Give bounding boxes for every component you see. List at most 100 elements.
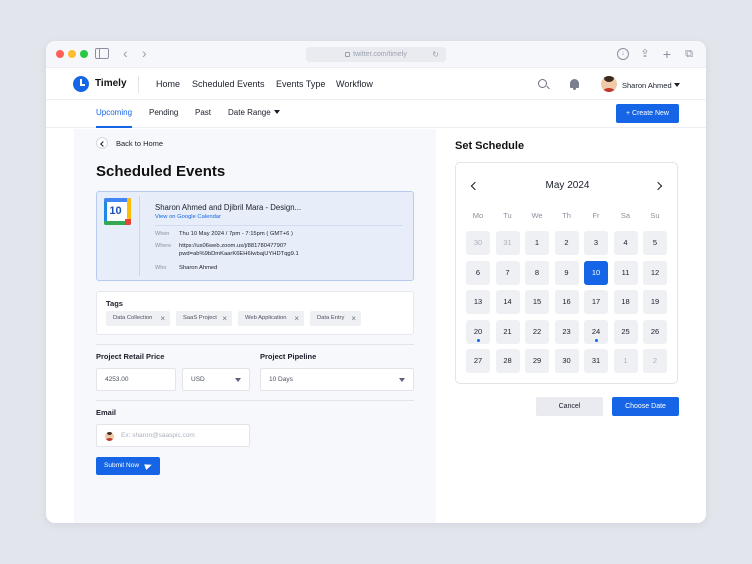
- tab-pending[interactable]: Pending: [149, 108, 178, 117]
- address-bar[interactable]: twitter.com/timely ↻: [306, 47, 446, 62]
- calendar-day[interactable]: 20: [466, 319, 490, 344]
- user-menu-chevron-icon[interactable]: [674, 83, 680, 87]
- event-separator: [155, 225, 403, 226]
- where-link-line1[interactable]: https://us06web.zoom.us/j/88178047790?: [179, 242, 286, 250]
- calendar-day-number: 30: [473, 238, 483, 247]
- calendar-day-number: 3: [593, 238, 599, 247]
- tab-past[interactable]: Past: [195, 108, 211, 117]
- calendar-day[interactable]: 18: [613, 290, 638, 315]
- send-icon: [144, 461, 153, 471]
- calendar-day[interactable]: 7: [495, 260, 520, 285]
- tabs-overview-icon[interactable]: ⧉: [683, 48, 695, 60]
- back-to-home-link[interactable]: Back to Home: [116, 139, 163, 148]
- calendar-day[interactable]: 6: [466, 260, 490, 285]
- weekday-label: Mo: [472, 211, 484, 220]
- calendar-day[interactable]: 13: [466, 290, 490, 315]
- calendar-day[interactable]: 19: [643, 290, 667, 315]
- submit-now-button[interactable]: Submit Now: [96, 457, 160, 475]
- remove-tag-icon[interactable]: ×: [160, 311, 165, 326]
- email-field[interactable]: Ex: sharon@saaspic.com: [96, 424, 250, 447]
- header-divider: [138, 76, 139, 93]
- nav-workflow[interactable]: Workflow: [336, 79, 373, 89]
- remove-tag-icon[interactable]: ×: [294, 311, 299, 326]
- calendar-day[interactable]: 31: [584, 349, 608, 374]
- calendar-day-number: 12: [650, 267, 660, 277]
- nav-home[interactable]: Home: [156, 79, 180, 89]
- calendar-day[interactable]: 1: [613, 349, 638, 374]
- maximize-window-dot[interactable]: [80, 50, 88, 58]
- calendar-day[interactable]: 29: [525, 349, 549, 374]
- close-window-dot[interactable]: [56, 50, 64, 58]
- calendar-day[interactable]: 14: [495, 290, 520, 315]
- calendar-day[interactable]: 12: [643, 260, 667, 285]
- weekday-label: Su: [650, 211, 660, 220]
- calendar-day[interactable]: 24: [584, 319, 608, 344]
- calendar-day[interactable]: 5: [643, 231, 667, 255]
- user-avatar[interactable]: [601, 76, 617, 92]
- calendar-day[interactable]: 15: [525, 290, 549, 315]
- calendar-day[interactable]: 26: [643, 319, 667, 344]
- bell-icon[interactable]: [570, 79, 579, 90]
- nav-events-type[interactable]: Events Type: [276, 79, 325, 89]
- calendar-day[interactable]: 11: [613, 260, 638, 285]
- calendar-day-number: 25: [621, 326, 630, 336]
- lock-icon: [345, 52, 351, 57]
- cancel-button[interactable]: Cancel: [536, 397, 603, 416]
- tag-label: Data Entry: [317, 315, 345, 321]
- calendar-day[interactable]: 2: [554, 231, 579, 255]
- reload-icon[interactable]: ↻: [432, 47, 439, 62]
- search-icon[interactable]: [538, 79, 547, 88]
- google-calendar-link[interactable]: View on Google Calendar: [155, 214, 221, 220]
- remove-tag-icon[interactable]: ×: [222, 311, 227, 326]
- choose-date-button[interactable]: Choose Date: [612, 397, 679, 416]
- minimize-window-dot[interactable]: [68, 50, 76, 58]
- calendar-day[interactable]: 27: [466, 349, 490, 374]
- tab-upcoming[interactable]: Upcoming: [96, 108, 132, 117]
- price-input[interactable]: 4253.00: [96, 368, 176, 391]
- where-link-line2[interactable]: pwd=ab%9bDmKaarK6EH6IwbajUYHDTqg9.1: [179, 250, 299, 258]
- brand-name[interactable]: Timely: [95, 78, 127, 89]
- who-label: Who: [155, 265, 167, 271]
- calendar-day[interactable]: 30: [466, 231, 490, 255]
- calendar-day[interactable]: 28: [495, 349, 520, 374]
- weekday-label: Th: [562, 211, 571, 220]
- calendar-day[interactable]: 31: [495, 231, 520, 255]
- calendar-day-number: 23: [562, 326, 571, 336]
- calendar-day[interactable]: 1: [525, 231, 549, 255]
- calendar-day[interactable]: 4: [613, 231, 638, 255]
- tag-label: Data Collection: [113, 315, 153, 321]
- tab-date-range[interactable]: Date Range: [228, 108, 280, 117]
- event-title: Sharon Ahmed and Djibril Mara - Design..…: [155, 203, 302, 212]
- remove-tag-icon[interactable]: ×: [351, 311, 356, 326]
- share-icon[interactable]: ⇪: [639, 48, 651, 60]
- calendar-day[interactable]: 2: [643, 349, 667, 374]
- calendar-day[interactable]: 8: [525, 260, 549, 285]
- create-new-button[interactable]: + Create New: [616, 104, 679, 123]
- where-label: Where: [155, 243, 172, 249]
- calendar-day[interactable]: 17: [584, 290, 608, 315]
- new-tab-icon[interactable]: +: [661, 47, 673, 61]
- pipeline-select[interactable]: 10 Days: [260, 368, 414, 391]
- currency-select[interactable]: USD: [182, 368, 250, 391]
- calendar-day[interactable]: 25: [613, 319, 638, 344]
- event-card[interactable]: 10 Sharon Ahmed and Djibril Mara - Desig…: [96, 191, 414, 281]
- back-arrow-icon[interactable]: [96, 137, 108, 149]
- calendar-day[interactable]: 22: [525, 319, 549, 344]
- calendar-day[interactable]: 16: [554, 290, 579, 315]
- calendar-day[interactable]: 9: [554, 260, 579, 285]
- calendar-day[interactable]: 3: [584, 231, 608, 255]
- calendar-day-selected[interactable]: 10: [584, 260, 608, 285]
- download-icon[interactable]: ↓: [617, 48, 629, 60]
- back-arrow-icon[interactable]: ‹: [123, 46, 128, 60]
- forward-arrow-icon[interactable]: ›: [142, 46, 147, 60]
- user-name[interactable]: Sharon Ahmed: [622, 81, 672, 90]
- calendar-day[interactable]: 23: [554, 319, 579, 344]
- timely-logo-icon[interactable]: [73, 76, 89, 92]
- schedule-panel: Set Schedule May 2024 Mo Tu We Th Fr Sa Su 30 31…: [436, 129, 706, 523]
- sidebar-toggle-icon[interactable]: [95, 48, 109, 59]
- calendar-day[interactable]: 21: [495, 319, 520, 344]
- nav-scheduled-events[interactable]: Scheduled Events: [192, 79, 265, 89]
- calendar-day[interactable]: 30: [554, 349, 579, 374]
- section-divider: [96, 400, 414, 401]
- email-placeholder: Ex: sharon@saaspic.com: [121, 432, 195, 439]
